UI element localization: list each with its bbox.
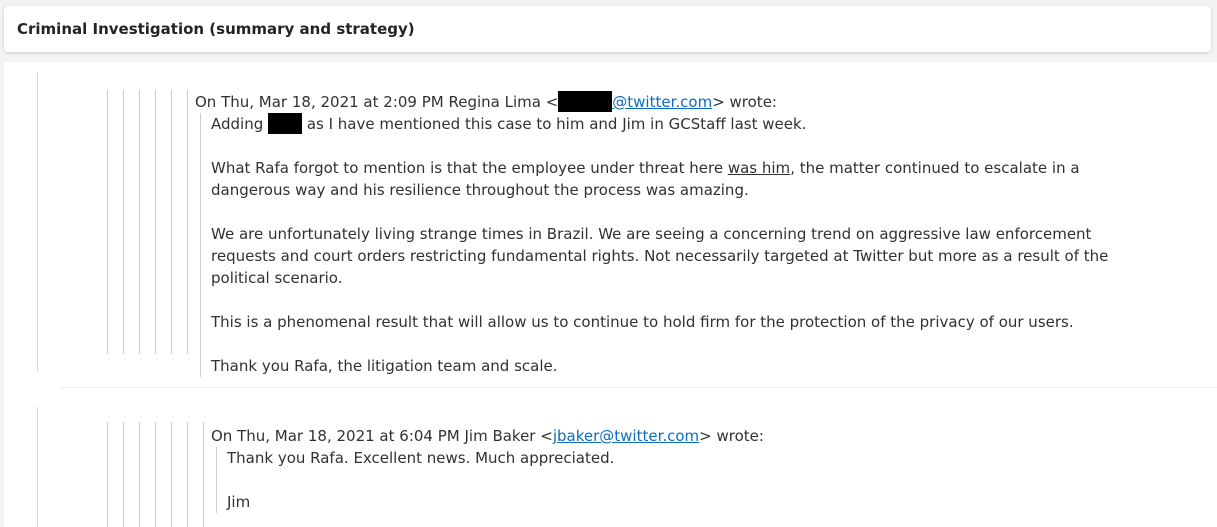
email-link[interactable]: jbaker@twitter.com [553, 427, 699, 445]
message-paragraph: We are unfortunately living strange time… [211, 225, 1109, 287]
message-left-border [37, 407, 38, 527]
message-paragraph: This is a phenomenal result that will al… [211, 313, 1074, 331]
conversation-header: Criminal Investigation (summary and stra… [4, 6, 1211, 52]
attribution-text: On Thu, Mar 18, 2021 at 6:04 PM Jim Bake… [211, 427, 553, 445]
message-paragraph: Thank you Rafa. Excellent news. Much app… [227, 449, 615, 467]
quoted-message: On Thu, Mar 18, 2021 at 6:04 PM Jim Bake… [211, 425, 1171, 513]
attribution-suffix: > wrote: [699, 427, 764, 445]
reading-pane: On Thu, Mar 18, 2021 at 2:09 PM Regina L… [4, 62, 1217, 527]
underlined-text: was him [727, 159, 791, 177]
message-paragraph: Thank you Rafa, the litigation team and … [211, 357, 558, 375]
message-left-border [37, 72, 38, 372]
redaction-bar [268, 113, 303, 134]
reply-attribution: On Thu, Mar 18, 2021 at 2:09 PM Regina L… [195, 91, 1155, 113]
redaction-bar [558, 91, 613, 112]
message-paragraph: What Rafa forgot to mention is that the … [211, 159, 1080, 199]
quoted-message: On Thu, Mar 18, 2021 at 2:09 PM Regina L… [195, 91, 1155, 377]
quoted-body: Adding as I have mentioned this case to … [200, 113, 1155, 377]
attribution-suffix: > wrote: [712, 93, 777, 111]
conversation-title: Criminal Investigation (summary and stra… [17, 20, 415, 38]
quoted-body: Thank you Rafa. Excellent news. Much app… [216, 447, 1171, 513]
attribution-text: On Thu, Mar 18, 2021 at 2:09 PM Regina L… [195, 93, 559, 111]
email-link[interactable]: @twitter.com [612, 93, 712, 111]
message-separator [59, 387, 1217, 388]
message-paragraph: Adding as I have mentioned this case to … [211, 113, 807, 134]
message-signature: Jim [227, 493, 251, 511]
reply-attribution: On Thu, Mar 18, 2021 at 6:04 PM Jim Bake… [211, 425, 1171, 447]
